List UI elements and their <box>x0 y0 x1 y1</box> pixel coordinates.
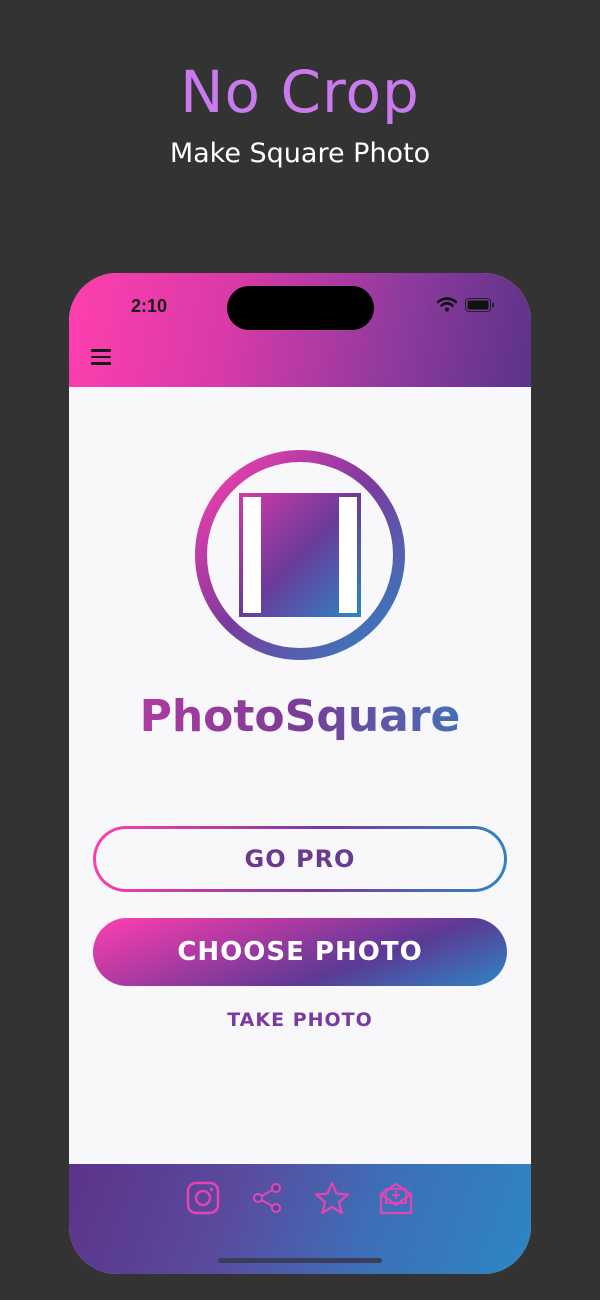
choose-photo-button[interactable]: CHOOSE PHOTO <box>93 918 507 986</box>
hamburger-menu-icon[interactable] <box>91 349 111 369</box>
square-frame-logo-icon <box>195 450 405 660</box>
status-time: 2:10 <box>131 296 168 316</box>
top-header-bar: 2:10 •••• <box>69 273 531 387</box>
phone-screen: 2:10 •••• PhotoSquare GO PRO CHOOSE PHOT… <box>69 273 531 1274</box>
instagram-icon[interactable] <box>186 1181 220 1215</box>
star-icon[interactable] <box>314 1181 350 1215</box>
go-pro-button[interactable]: GO PRO <box>93 826 507 892</box>
dynamic-island <box>227 286 374 330</box>
go-pro-label: GO PRO <box>96 829 504 889</box>
battery-icon <box>465 297 494 312</box>
bottom-bar <box>69 1164 531 1274</box>
mail-icon[interactable] <box>378 1181 414 1215</box>
promo-headline: No Crop <box>180 58 420 126</box>
status-icons: •••• <box>397 297 495 312</box>
wifi-icon <box>437 297 457 312</box>
take-photo-button[interactable]: TAKE PHOTO <box>69 1009 531 1031</box>
signal-dots-icon: •••• <box>396 297 429 312</box>
brand-name: PhotoSquare <box>69 691 531 742</box>
promo-subheadline: Make Square Photo <box>169 138 431 169</box>
home-indicator <box>218 1258 382 1263</box>
share-icon[interactable] <box>250 1181 284 1215</box>
